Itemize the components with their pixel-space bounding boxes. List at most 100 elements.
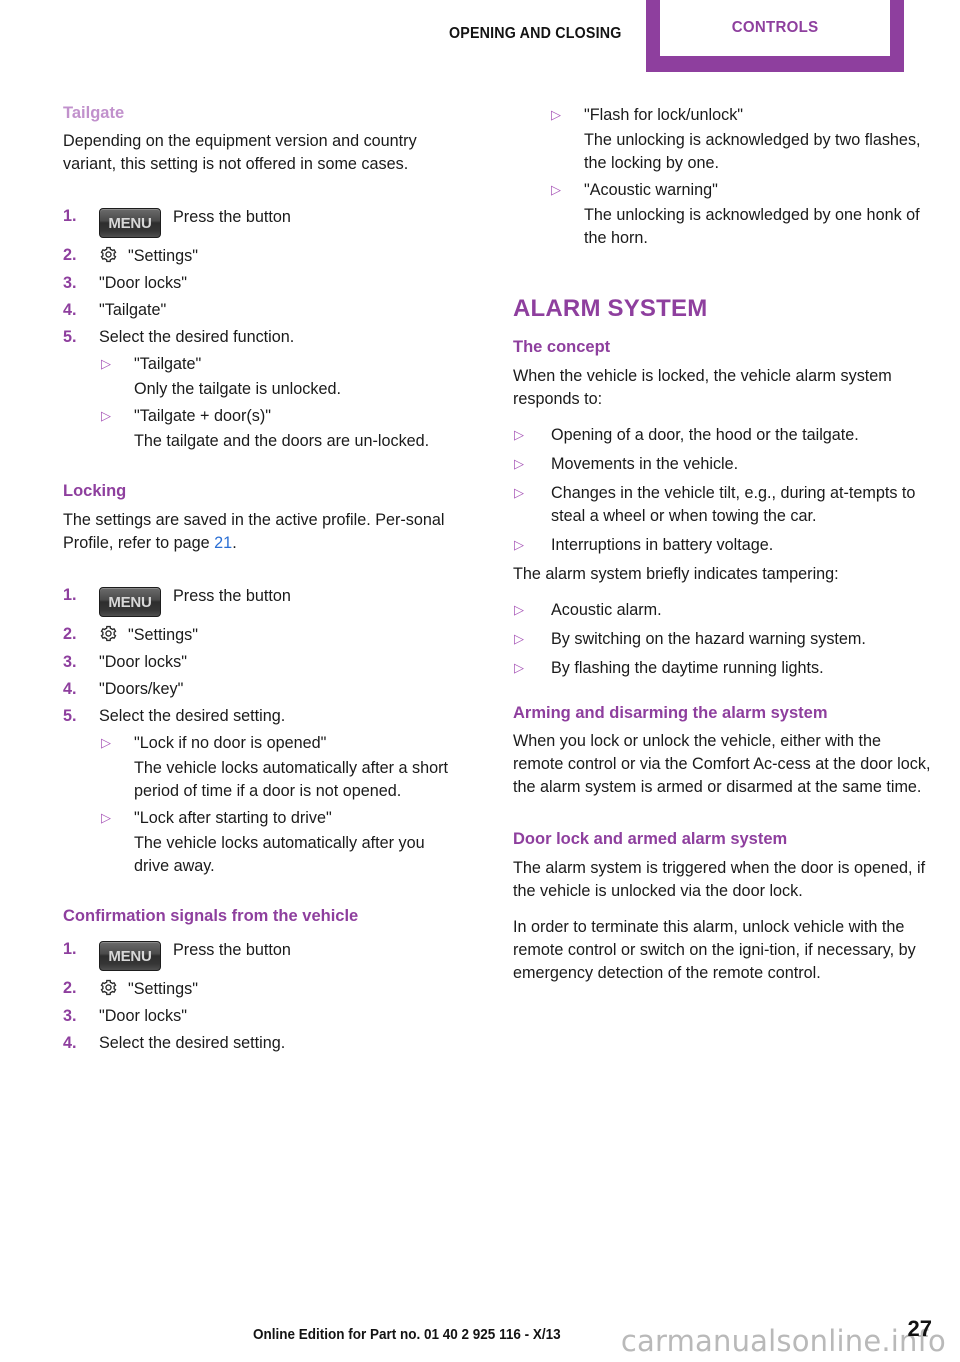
sub-option-description: The vehicle locks automatically after yo… bbox=[134, 833, 425, 875]
step-label: "Settings" bbox=[128, 980, 198, 999]
sub-option-description: The vehicle locks automatically after a … bbox=[134, 758, 448, 800]
page-number: 27 bbox=[907, 1316, 932, 1341]
header-section-tab: CONTROLS bbox=[646, 0, 904, 72]
heading-arming-disarming: Arming and disarming the alarm system bbox=[513, 703, 828, 722]
bullet-label: Opening of a door, the hood or the tailg… bbox=[551, 425, 859, 444]
sub-option-label: "Flash for lock/unlock" bbox=[584, 106, 744, 124]
heading-door-lock-armed-alarm: Door lock and armed alarm system bbox=[513, 830, 788, 849]
page-header: OPENING AND CLOSING CONTROLS bbox=[0, 0, 960, 72]
footer-edition-text: Online Edition for Part no. 01 40 2 925 … bbox=[253, 1326, 561, 1343]
bullet-item: ▷ Changes in the vehicle tilt, e.g., dur… bbox=[513, 482, 931, 528]
sub-option-label: "Acoustic warning" bbox=[584, 181, 718, 199]
confirmation-continued-sub-options: ▷ "Flash for lock/unlock" The unlocking … bbox=[513, 104, 931, 250]
bullet-item: ▷ By switching on the hazard warning sys… bbox=[513, 628, 931, 651]
step-number: 5. bbox=[63, 328, 77, 347]
bullet-label: Movements in the vehicle. bbox=[551, 454, 739, 473]
step-number: 2. bbox=[63, 624, 77, 643]
triangle-bullet-icon: ▷ bbox=[551, 107, 561, 122]
header-section-tab-label: CONTROLS bbox=[731, 19, 819, 36]
page-cross-reference[interactable]: 21 bbox=[214, 534, 232, 552]
door-lock-body-paragraph-1: The alarm system is triggered when the d… bbox=[513, 858, 926, 900]
step-item: 3. "Door locks" bbox=[63, 651, 463, 674]
step-number: 4. bbox=[63, 301, 77, 320]
sub-option-item: ▷ "Lock after starting to drive" bbox=[63, 807, 463, 830]
step-number: 2. bbox=[63, 246, 77, 265]
step-item: 2. "Settings" bbox=[63, 623, 463, 647]
sub-option-label: "Tailgate + door(s)" bbox=[134, 407, 272, 426]
menu-button-icon[interactable]: MENU bbox=[99, 208, 161, 239]
triangle-bullet-icon: ▷ bbox=[514, 455, 524, 471]
step-item: 5. Select the desired function. bbox=[63, 326, 463, 349]
step-number: 3. bbox=[63, 652, 77, 671]
step-label: Press the button bbox=[173, 586, 291, 605]
gear-icon bbox=[99, 978, 118, 997]
menu-button-icon[interactable]: MENU bbox=[99, 586, 161, 617]
step-label: "Door locks" bbox=[99, 652, 187, 671]
footer-divider bbox=[0, 1308, 960, 1309]
menu-button-icon[interactable]: MENU bbox=[99, 941, 161, 972]
heading-tailgate: Tailgate bbox=[63, 104, 125, 122]
sub-option-label: "Lock if no door is opened" bbox=[134, 733, 327, 752]
tailgate-steps-list: 1. MENU Press the button 2. "Settings" 3.… bbox=[63, 200, 463, 349]
arming-body-paragraph: When you lock or unlock the vehicle, eit… bbox=[513, 732, 931, 797]
step-item: 3. "Door locks" bbox=[63, 272, 463, 295]
tamper-indication-list: ▷ Acoustic alarm. ▷ By switching on the … bbox=[513, 599, 931, 680]
step-number: 3. bbox=[63, 1007, 77, 1026]
locking-sub-options: ▷ "Lock if no door is opened" The vehicl… bbox=[63, 732, 463, 878]
sub-option-label: "Lock after starting to drive" bbox=[134, 808, 332, 827]
step-item: 2. "Settings" bbox=[63, 244, 463, 268]
triangle-bullet-icon: ▷ bbox=[101, 356, 111, 372]
step-label: Press the button bbox=[173, 941, 291, 960]
step-item: 4. Select the desired setting. bbox=[63, 1032, 463, 1055]
sub-option-item: ▷ "Flash for lock/unlock" bbox=[513, 104, 931, 127]
sub-option-item: ▷ "Acoustic warning" bbox=[513, 179, 931, 202]
bullet-item: ▷ Movements in the vehicle. bbox=[513, 453, 931, 476]
step-label: "Settings" bbox=[128, 247, 198, 266]
locking-intro-after: . bbox=[232, 533, 237, 552]
triangle-bullet-icon: ▷ bbox=[514, 601, 524, 617]
header-chapter-title: OPENING AND CLOSING bbox=[449, 25, 622, 42]
concept-intro-paragraph: When the vehicle is locked, the vehicle … bbox=[513, 366, 892, 408]
heading-confirmation-signals: Confirmation signals from the vehicle bbox=[63, 906, 359, 925]
tailgate-intro-paragraph: Depending on the equipment version and c… bbox=[63, 132, 417, 174]
section-title-alarm-system: ALARM SYSTEM bbox=[513, 295, 708, 322]
triangle-bullet-icon: ▷ bbox=[101, 809, 111, 825]
triangle-bullet-icon: ▷ bbox=[514, 536, 524, 552]
triangle-bullet-icon: ▷ bbox=[514, 484, 524, 500]
triangle-bullet-icon: ▷ bbox=[514, 426, 524, 442]
bullet-label: By switching on the hazard warning syste… bbox=[551, 629, 866, 648]
right-column: ▷ "Flash for lock/unlock" The unlocking … bbox=[513, 104, 931, 998]
sub-option-item: ▷ "Tailgate" bbox=[63, 353, 463, 376]
header-section-tab-inner: CONTROLS bbox=[660, 0, 890, 56]
sub-option-label: "Tailgate" bbox=[134, 355, 202, 374]
step-number: 3. bbox=[63, 274, 77, 293]
step-number: 4. bbox=[63, 679, 77, 698]
bullet-label: Acoustic alarm. bbox=[551, 600, 662, 619]
step-label: "Doors/key" bbox=[99, 679, 184, 698]
step-number: 1. bbox=[63, 585, 77, 604]
step-number: 2. bbox=[63, 979, 77, 998]
left-column: Tailgate Depending on the equipment vers… bbox=[63, 104, 463, 1059]
bullet-item: ▷ Acoustic alarm. bbox=[513, 599, 931, 622]
locking-intro-before: The settings are saved in the active pro… bbox=[63, 510, 445, 552]
page-footer: Online Edition for Part no. 01 40 2 925 … bbox=[0, 1302, 960, 1362]
gear-icon bbox=[99, 245, 118, 264]
bullet-item: ▷ By flashing the daytime running lights… bbox=[513, 657, 931, 680]
step-item: 3. "Door locks" bbox=[63, 1005, 463, 1028]
step-item: 1. MENU Press the button bbox=[63, 200, 463, 239]
door-lock-body-paragraph-2: In order to terminate this alarm, unlock… bbox=[513, 917, 916, 982]
concept-response-list: ▷ Opening of a door, the hood or the tai… bbox=[513, 424, 931, 557]
step-label: Press the button bbox=[173, 208, 291, 227]
sub-option-item: ▷ "Lock if no door is opened" bbox=[63, 732, 463, 755]
step-item: 4. "Doors/key" bbox=[63, 678, 463, 701]
tamper-intro-paragraph: The alarm system briefly indicates tampe… bbox=[513, 564, 839, 583]
triangle-bullet-icon: ▷ bbox=[551, 182, 561, 197]
step-label: Select the desired setting. bbox=[99, 706, 286, 725]
heading-the-concept: The concept bbox=[513, 338, 611, 357]
step-item: 4. "Tailgate" bbox=[63, 299, 463, 322]
